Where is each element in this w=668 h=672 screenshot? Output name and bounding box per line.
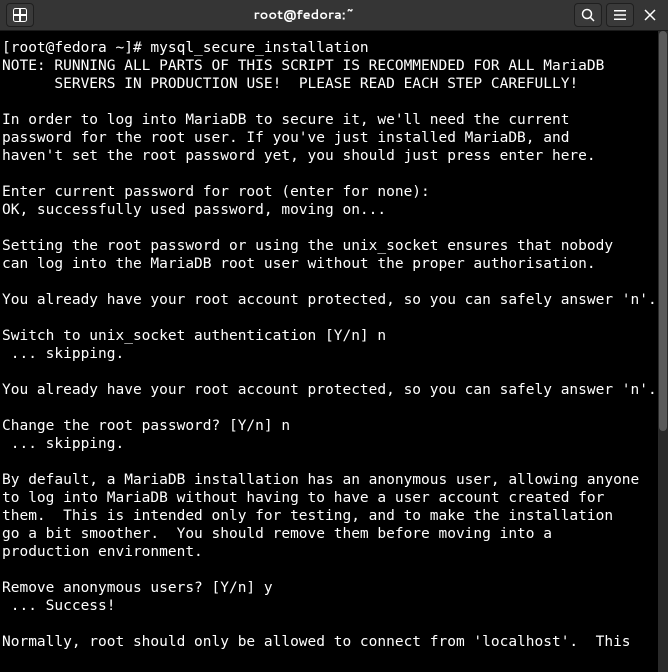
- scrollbar[interactable]: [658, 31, 668, 672]
- new-tab-button[interactable]: [6, 3, 34, 27]
- search-button[interactable]: [574, 3, 602, 27]
- close-icon: [644, 9, 656, 21]
- titlebar-left: [4, 3, 36, 27]
- terminal-output[interactable]: [root@fedora ~]# mysql_secure_installati…: [0, 31, 668, 659]
- search-icon: [581, 8, 595, 22]
- close-button[interactable]: [636, 3, 664, 27]
- titlebar: root@fedora:~: [0, 0, 668, 31]
- menu-button[interactable]: [606, 3, 634, 27]
- hamburger-icon: [613, 8, 627, 22]
- scrollbar-thumb[interactable]: [659, 31, 667, 431]
- window-title: root@fedora:~: [36, 6, 572, 24]
- titlebar-right: [572, 3, 664, 27]
- plus-icon: [13, 8, 27, 22]
